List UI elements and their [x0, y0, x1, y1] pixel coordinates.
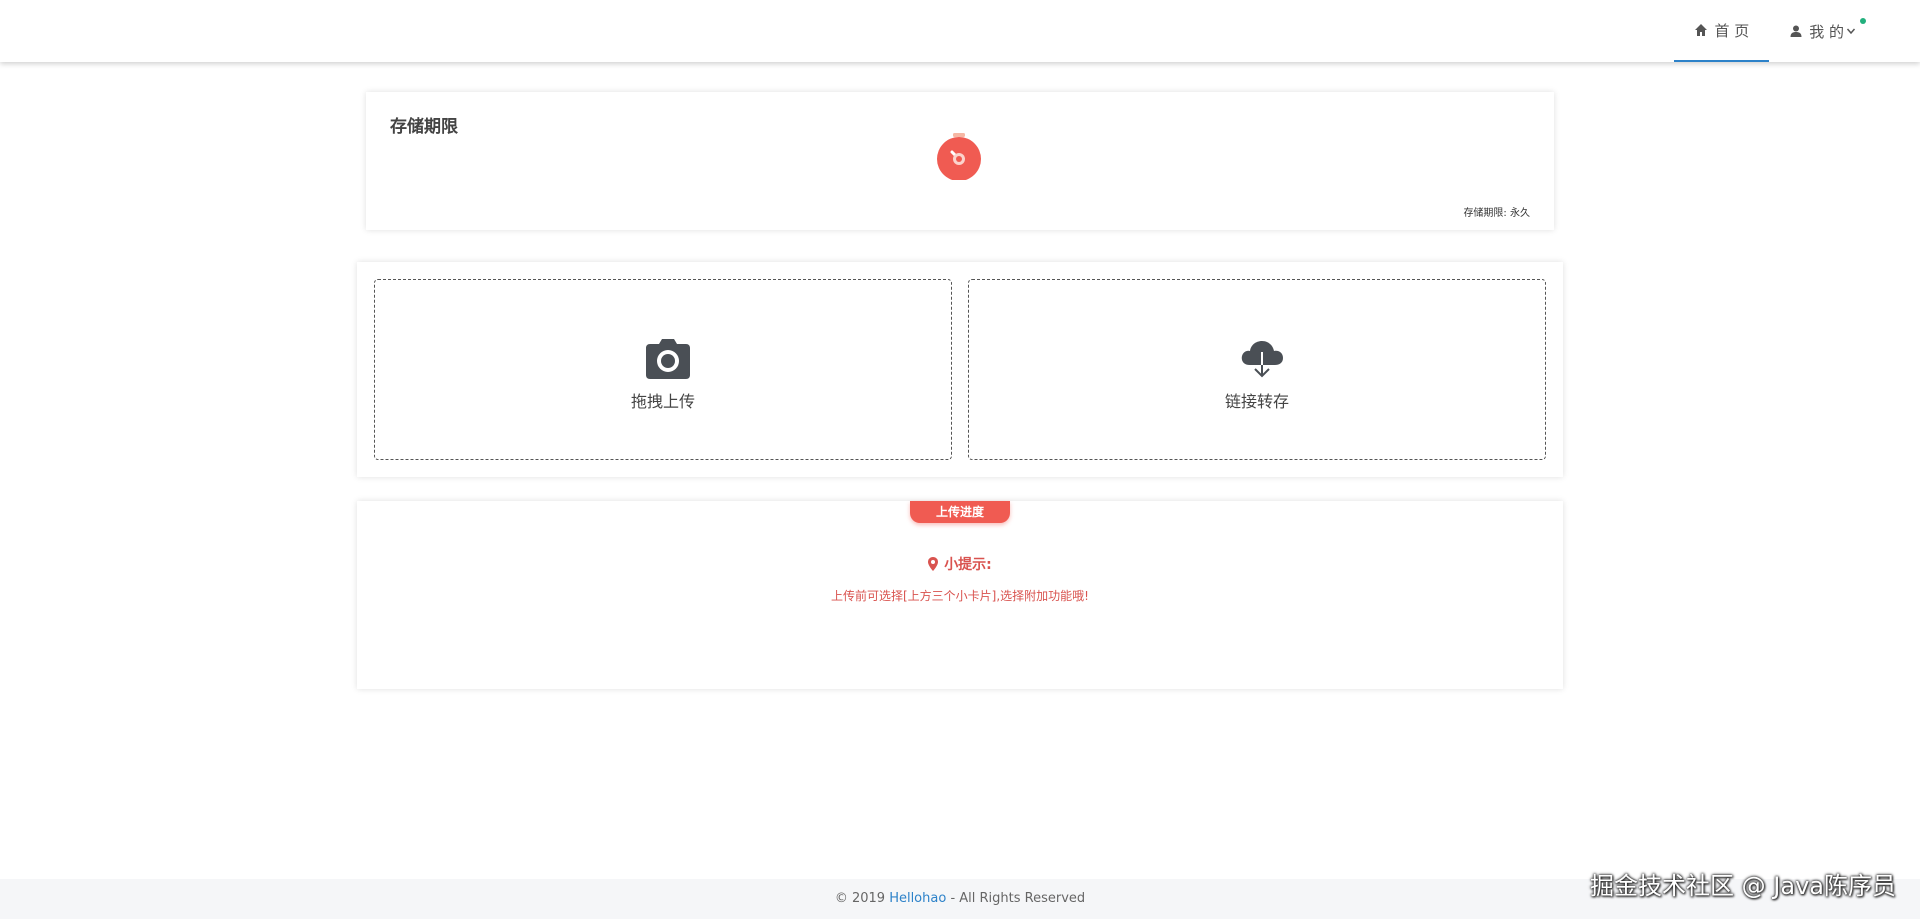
timer-icon[interactable] — [936, 132, 982, 181]
footer-copyright: © 2019 — [834, 891, 890, 906]
nav-home[interactable]: 首 页 — [1674, 0, 1770, 62]
cloud-download-icon — [1239, 338, 1285, 380]
top-header: 首 页 我 的 — [0, 0, 1920, 62]
watermark: 掘金技术社区 @ Java陈序员 — [1590, 872, 1896, 900]
footer-brand-link[interactable]: Hellohao — [889, 891, 946, 906]
nav-mine[interactable]: 我 的 — [1769, 0, 1876, 62]
storage-period-title: 存储期限 — [390, 117, 458, 137]
map-pin-icon — [928, 557, 939, 571]
storage-status-value: 永久 — [1510, 208, 1530, 219]
tip-title: 小提示: — [357, 554, 1563, 574]
home-icon — [1694, 23, 1708, 37]
top-nav: 首 页 我 的 — [1674, 0, 1876, 62]
storage-period-status: 存储期限: 永久 — [1463, 204, 1530, 219]
drag-upload-label: 拖拽上传 — [630, 392, 695, 411]
camera-icon — [645, 338, 691, 380]
notification-dot — [1860, 18, 1866, 24]
footer-rights: - All Rights Reserved — [946, 891, 1086, 906]
tip-title-text: 小提示: — [944, 557, 992, 573]
link-save-area[interactable]: 链接转存 — [968, 279, 1546, 460]
storage-period-card: 存储期限 存储期限: 永久 — [366, 92, 1554, 230]
nav-home-label: 首 页 — [1714, 21, 1750, 40]
link-save-label: 链接转存 — [1224, 392, 1289, 411]
storage-status-label: 存储期限: — [1463, 208, 1507, 219]
upload-progress-card: 上传进度 小提示: 上传前可选择[上方三个小卡片],选择附加功能哦! — [357, 501, 1563, 689]
nav-mine-label: 我 的 — [1809, 22, 1844, 41]
upload-card: 拖拽上传 链接转存 — [357, 262, 1563, 477]
upload-progress-badge: 上传进度 — [910, 501, 1010, 523]
user-icon — [1789, 24, 1803, 38]
tip-text: 上传前可选择[上方三个小卡片],选择附加功能哦! — [831, 589, 1089, 603]
chevron-down-icon — [1846, 26, 1856, 36]
drag-upload-area[interactable]: 拖拽上传 — [374, 279, 952, 460]
